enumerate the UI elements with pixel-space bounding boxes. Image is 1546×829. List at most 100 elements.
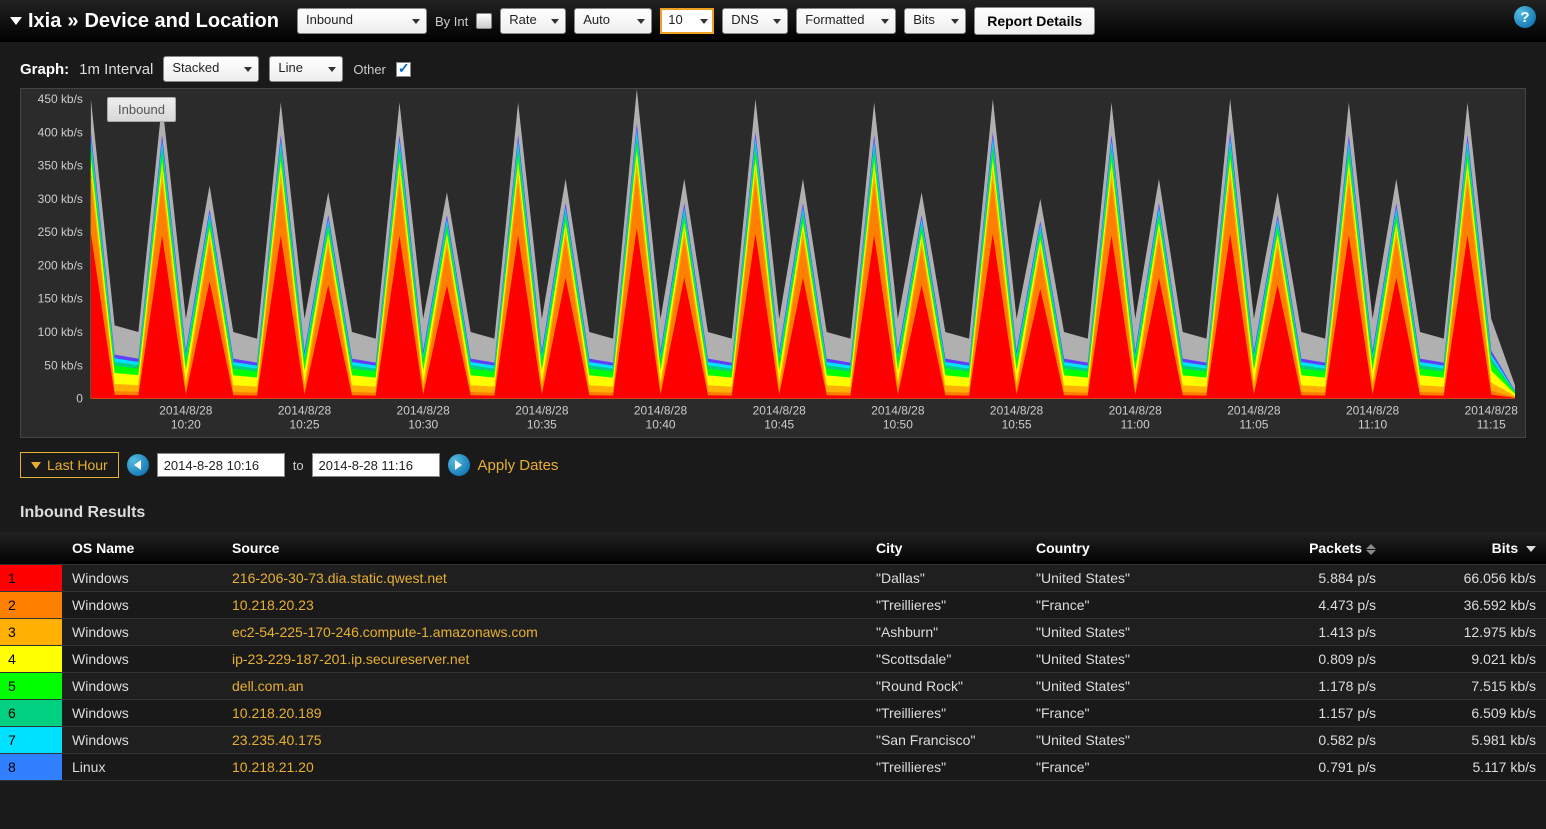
chart-legend[interactable]: Inbound [107, 97, 176, 122]
cell-country: "France" [1026, 592, 1226, 619]
row-color: 3 [0, 619, 62, 646]
page-title[interactable]: Ixia » Device and Location [10, 10, 279, 33]
other-label: Other [353, 62, 386, 77]
by-int-label: By Int [435, 14, 468, 29]
col-color [0, 532, 62, 565]
table-row[interactable]: 3Windowsec2-54-225-170-246.compute-1.ama… [0, 619, 1546, 646]
cell-country: "United States" [1026, 565, 1226, 592]
cell-source[interactable]: dell.com.an [222, 673, 866, 700]
cell-os: Windows [62, 673, 222, 700]
svg-text:250 kb/s: 250 kb/s [38, 225, 83, 239]
formatted-select[interactable]: Formatted [796, 8, 896, 34]
timerange-bar: Last Hour to Apply Dates [0, 438, 1546, 492]
svg-text:11:00: 11:00 [1121, 418, 1150, 432]
svg-text:150 kb/s: 150 kb/s [38, 292, 83, 306]
svg-text:2014/8/28: 2014/8/28 [871, 404, 925, 418]
cell-city: "Ashburn" [866, 619, 1026, 646]
table-row[interactable]: 1Windows216-206-30-73.dia.static.qwest.n… [0, 565, 1546, 592]
svg-text:2014/8/28: 2014/8/28 [753, 404, 807, 418]
cell-source[interactable]: 10.218.20.23 [222, 592, 866, 619]
cell-city: "Treillieres" [866, 700, 1026, 727]
title-suffix: Device and Location [84, 10, 279, 33]
col-packets[interactable]: Packets [1226, 532, 1386, 565]
linetype-select[interactable]: Line [269, 56, 343, 82]
cell-os: Windows [62, 592, 222, 619]
svg-text:450 kb/s: 450 kb/s [38, 92, 83, 106]
svg-text:10:55: 10:55 [1002, 418, 1032, 432]
table-row[interactable]: 4Windowsip-23-229-187-201.ip.secureserve… [0, 646, 1546, 673]
chevron-down-icon [31, 462, 41, 469]
cell-os: Windows [62, 565, 222, 592]
col-city[interactable]: City [866, 532, 1026, 565]
svg-text:350 kb/s: 350 kb/s [38, 159, 83, 173]
report-details-button[interactable]: Report Details [974, 7, 1095, 35]
row-color: 8 [0, 754, 62, 781]
cell-source[interactable]: 10.218.20.189 [222, 700, 866, 727]
svg-text:11:15: 11:15 [1477, 418, 1506, 432]
table-row[interactable]: 7Windows23.235.40.175"San Francisco""Uni… [0, 727, 1546, 754]
row-color: 1 [0, 565, 62, 592]
cell-bits: 7.515 kb/s [1386, 673, 1546, 700]
to-date-input[interactable] [312, 453, 440, 477]
cell-packets: 1.157 p/s [1226, 700, 1386, 727]
col-bits[interactable]: Bits [1386, 532, 1546, 565]
svg-text:2014/8/28: 2014/8/28 [1346, 404, 1400, 418]
cell-bits: 9.021 kb/s [1386, 646, 1546, 673]
table-row[interactable]: 6Windows10.218.20.189"Treillieres""Franc… [0, 700, 1546, 727]
row-color: 2 [0, 592, 62, 619]
cell-source[interactable]: ec2-54-225-170-246.compute-1.amazonaws.c… [222, 619, 866, 646]
direction-select[interactable]: Inbound [297, 8, 427, 34]
svg-text:2014/8/28: 2014/8/28 [397, 404, 451, 418]
col-os[interactable]: OS Name [62, 532, 222, 565]
by-int-checkbox[interactable] [476, 13, 492, 29]
help-icon[interactable]: ? [1514, 6, 1536, 28]
col-source[interactable]: Source [222, 532, 866, 565]
row-color: 7 [0, 727, 62, 754]
svg-text:2014/8/28: 2014/8/28 [634, 404, 688, 418]
cell-bits: 36.592 kb/s [1386, 592, 1546, 619]
count-input[interactable]: 10 [660, 8, 714, 34]
arrow-left-icon [134, 460, 141, 470]
col-country[interactable]: Country [1026, 532, 1226, 565]
other-checkbox[interactable] [396, 62, 411, 77]
prev-range-button[interactable] [127, 454, 149, 476]
cell-os: Linux [62, 754, 222, 781]
table-row[interactable]: 8Linux10.218.21.20"Treillieres""France"0… [0, 754, 1546, 781]
apply-dates-link[interactable]: Apply Dates [478, 457, 559, 474]
cell-country: "United States" [1026, 619, 1226, 646]
table-row[interactable]: 5Windowsdell.com.an"Round Rock""United S… [0, 673, 1546, 700]
collapse-icon [10, 17, 22, 25]
bits-select[interactable]: Bits [904, 8, 966, 34]
from-date-input[interactable] [157, 453, 285, 477]
chart-svg: 050 kb/s100 kb/s150 kb/s200 kb/s250 kb/s… [21, 89, 1525, 439]
last-hour-button[interactable]: Last Hour [20, 452, 119, 478]
cell-packets: 1.178 p/s [1226, 673, 1386, 700]
rate-select[interactable]: Rate [500, 8, 566, 34]
svg-text:300 kb/s: 300 kb/s [38, 192, 83, 206]
interval-label: 1m Interval [79, 61, 153, 78]
results-title: Inbound Results [0, 492, 1546, 532]
svg-text:10:20: 10:20 [171, 418, 201, 432]
cell-country: "United States" [1026, 673, 1226, 700]
title-sep: » [67, 10, 78, 33]
dns-select[interactable]: DNS [722, 8, 788, 34]
cell-source[interactable]: 10.218.21.20 [222, 754, 866, 781]
cell-packets: 0.791 p/s [1226, 754, 1386, 781]
cell-source[interactable]: 23.235.40.175 [222, 727, 866, 754]
table-row[interactable]: 2Windows10.218.20.23"Treillieres""France… [0, 592, 1546, 619]
next-range-button[interactable] [448, 454, 470, 476]
stacked-select[interactable]: Stacked [163, 56, 259, 82]
cell-bits: 12.975 kb/s [1386, 619, 1546, 646]
auto-select[interactable]: Auto [574, 8, 652, 34]
cell-bits: 5.117 kb/s [1386, 754, 1546, 781]
cell-country: "United States" [1026, 646, 1226, 673]
cell-source[interactable]: 216-206-30-73.dia.static.qwest.net [222, 565, 866, 592]
cell-country: "United States" [1026, 727, 1226, 754]
sort-icon [1366, 544, 1376, 555]
cell-country: "France" [1026, 754, 1226, 781]
cell-packets: 5.884 p/s [1226, 565, 1386, 592]
cell-os: Windows [62, 700, 222, 727]
cell-source[interactable]: ip-23-229-187-201.ip.secureserver.net [222, 646, 866, 673]
svg-text:2014/8/28: 2014/8/28 [278, 404, 332, 418]
svg-text:2014/8/28: 2014/8/28 [159, 404, 213, 418]
